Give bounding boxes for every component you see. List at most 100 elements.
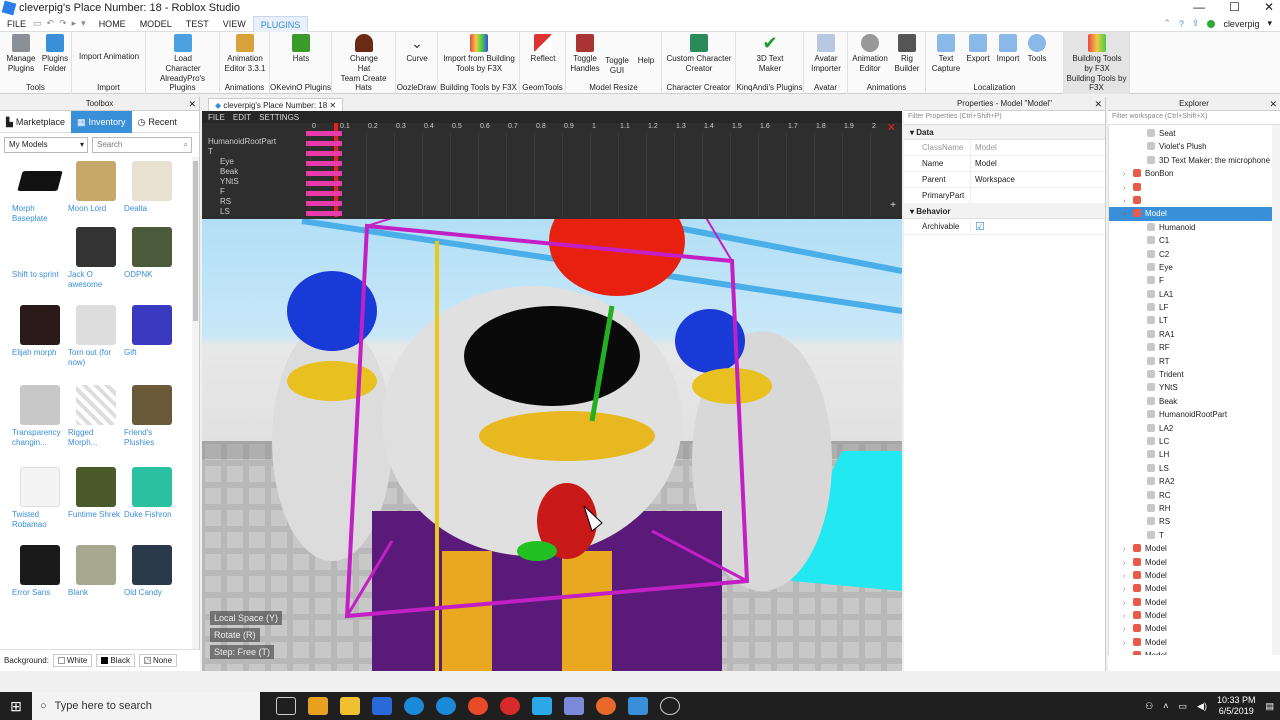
avatar-importer-button[interactable]: Avatar Importer: [806, 34, 846, 74]
chevron-right-icon[interactable]: ›: [1123, 623, 1133, 636]
property-row[interactable]: Parent Workspace: [904, 172, 1105, 188]
maximize-button[interactable]: ☐: [1229, 0, 1240, 14]
share-icon[interactable]: ⇪: [1192, 18, 1200, 29]
track-label[interactable]: YNtS: [208, 177, 276, 187]
chrome-icon[interactable]: [468, 697, 488, 715]
explorer-row[interactable]: ›: [1109, 194, 1272, 207]
skype-icon[interactable]: [532, 697, 552, 715]
user-dropdown-icon[interactable]: ▾: [1267, 18, 1272, 29]
menu-home[interactable]: HOME: [92, 16, 133, 32]
play-icon[interactable]: ▸: [72, 18, 77, 29]
minimize-button[interactable]: —: [1193, 0, 1205, 14]
scrollbar-thumb[interactable]: [193, 161, 198, 321]
toolbox-item[interactable]: Shift to sprint: [12, 227, 68, 280]
background-black-button[interactable]: Black: [96, 654, 135, 667]
explorer-row[interactable]: Violet's Plush: [1109, 140, 1272, 153]
track-label[interactable]: Eye: [208, 157, 276, 167]
explorer-row[interactable]: YNtS: [1109, 381, 1272, 394]
chevron-right-icon[interactable]: ›: [1123, 168, 1133, 181]
properties-filter-input[interactable]: Filter Properties (Ctrl+Shift+P): [904, 111, 1105, 125]
explorer-row[interactable]: Eye: [1109, 261, 1272, 274]
background-none-button[interactable]: None: [138, 654, 178, 667]
explorer-row[interactable]: › Model: [1109, 542, 1272, 555]
chevron-right-icon[interactable]: ›: [1123, 570, 1133, 583]
edge-icon[interactable]: [404, 697, 424, 715]
toolbox-item[interactable]: Moon Lord: [68, 161, 124, 214]
explorer-row[interactable]: LT: [1109, 314, 1272, 327]
task-view-icon[interactable]: [276, 697, 296, 715]
search-icon[interactable]: ⌕: [184, 138, 188, 152]
reflect-button[interactable]: Reflect: [524, 34, 562, 64]
explorer-row[interactable]: LC: [1109, 435, 1272, 448]
explorer-row[interactable]: Trident: [1109, 368, 1272, 381]
explorer-row[interactable]: F: [1109, 274, 1272, 287]
chevron-right-icon[interactable]: ›: [1123, 597, 1133, 610]
explorer-row[interactable]: › Model: [1109, 649, 1272, 655]
undo-icon[interactable]: ↶: [47, 18, 55, 29]
3d-viewport[interactable]: FILE EDIT SETTINGS 0 0.1 0.2 0.3 0.4 0.5…: [202, 111, 902, 671]
chevron-right-icon[interactable]: ›: [1123, 543, 1133, 556]
menu-view[interactable]: VIEW: [216, 16, 253, 32]
explorer-row[interactable]: RC: [1109, 489, 1272, 502]
explorer-row[interactable]: › Model: [1109, 596, 1272, 609]
load-character-button[interactable]: Load Character: [162, 34, 204, 74]
explorer-row[interactable]: RS: [1109, 515, 1272, 528]
toggle-handles-button[interactable]: Toggle Handles: [568, 34, 602, 74]
anim-menu-edit[interactable]: EDIT: [233, 113, 251, 122]
chevron-down-icon[interactable]: ▾: [1123, 208, 1133, 221]
rotate-mode-toggle[interactable]: Rotate (R): [210, 628, 260, 642]
tab-marketplace[interactable]: ▙ Marketplace: [0, 111, 71, 133]
tools-button[interactable]: Tools: [1024, 34, 1050, 64]
taskbar-search-input[interactable]: ○ Type here to search: [32, 692, 260, 720]
notifications-icon[interactable]: ▤: [1265, 701, 1274, 712]
menu-file[interactable]: FILE: [0, 16, 33, 32]
curve-button[interactable]: ⌄ Curve: [400, 34, 434, 64]
toolbox-item[interactable]: Twisted Robamao: [12, 467, 68, 530]
help-icon[interactable]: ?: [1179, 19, 1184, 29]
chevron-right-icon[interactable]: ›: [1123, 610, 1133, 623]
track-label[interactable]: LS: [208, 207, 276, 217]
explorer-row[interactable]: › Model: [1109, 556, 1272, 569]
chevron-right-icon[interactable]: ›: [1123, 650, 1133, 655]
toggle-gui-button[interactable]: Toggle GUI: [602, 56, 632, 76]
local-space-toggle[interactable]: Local Space (Y): [210, 611, 283, 625]
manage-plugins-button[interactable]: Manage Plugins: [6, 34, 36, 74]
redo-icon[interactable]: ↷: [59, 18, 67, 29]
explorer-row[interactable]: ▾ Model: [1109, 207, 1272, 221]
timeline-grid[interactable]: [310, 133, 882, 217]
toolbox-item[interactable]: ODPNK: [124, 227, 180, 280]
toolbox-item[interactable]: Jack O awesome: [68, 227, 124, 290]
explorer-row[interactable]: C2: [1109, 248, 1272, 261]
explorer-row[interactable]: RA2: [1109, 475, 1272, 488]
explorer-row[interactable]: ›: [1109, 181, 1272, 194]
timeline-ruler[interactable]: 0 0.1 0.2 0.3 0.4 0.5 0.6 0.7 0.8 0.9 1 …: [312, 123, 882, 133]
chevron-right-icon[interactable]: ›: [1123, 583, 1133, 596]
explorer-filter-input[interactable]: Filter workspace (Ctrl+Shift+X): [1108, 111, 1280, 125]
explorer-row[interactable]: LA1: [1109, 288, 1272, 301]
new-icon[interactable]: ▭: [33, 18, 42, 29]
explorer-row[interactable]: RA1: [1109, 328, 1272, 341]
toolbox-item[interactable]: Friend's Plushies: [124, 385, 180, 448]
toolbox-item[interactable]: Gift: [124, 305, 180, 358]
explorer-row[interactable]: RT: [1109, 355, 1272, 368]
tab-inventory[interactable]: ▦ Inventory: [70, 110, 132, 133]
paint-icon[interactable]: [372, 697, 392, 715]
store-icon[interactable]: [308, 697, 328, 715]
background-white-button[interactable]: White: [52, 654, 93, 667]
chevron-up-icon[interactable]: ⌃: [1163, 18, 1171, 29]
track-label[interactable]: T: [208, 147, 276, 157]
property-row[interactable]: Name Model: [904, 156, 1105, 172]
user-name[interactable]: cleverpig: [1223, 19, 1259, 29]
toolbox-item[interactable]: Transparency changin...: [12, 385, 68, 448]
explorer-row[interactable]: LH: [1109, 448, 1272, 461]
property-row[interactable]: Archivable ☑: [904, 219, 1105, 235]
panel-close-icon[interactable]: ✕: [1094, 97, 1102, 111]
explorer-row[interactable]: LF: [1109, 301, 1272, 314]
toolbox-scrollbar[interactable]: [192, 157, 199, 657]
export-button[interactable]: Export: [964, 34, 992, 64]
keyframe-column[interactable]: [306, 131, 342, 217]
network-icon[interactable]: ▭: [1179, 701, 1188, 712]
anim-menu-settings[interactable]: SETTINGS: [259, 113, 299, 122]
help-button[interactable]: Help: [634, 56, 658, 66]
ie-icon[interactable]: [436, 697, 456, 715]
